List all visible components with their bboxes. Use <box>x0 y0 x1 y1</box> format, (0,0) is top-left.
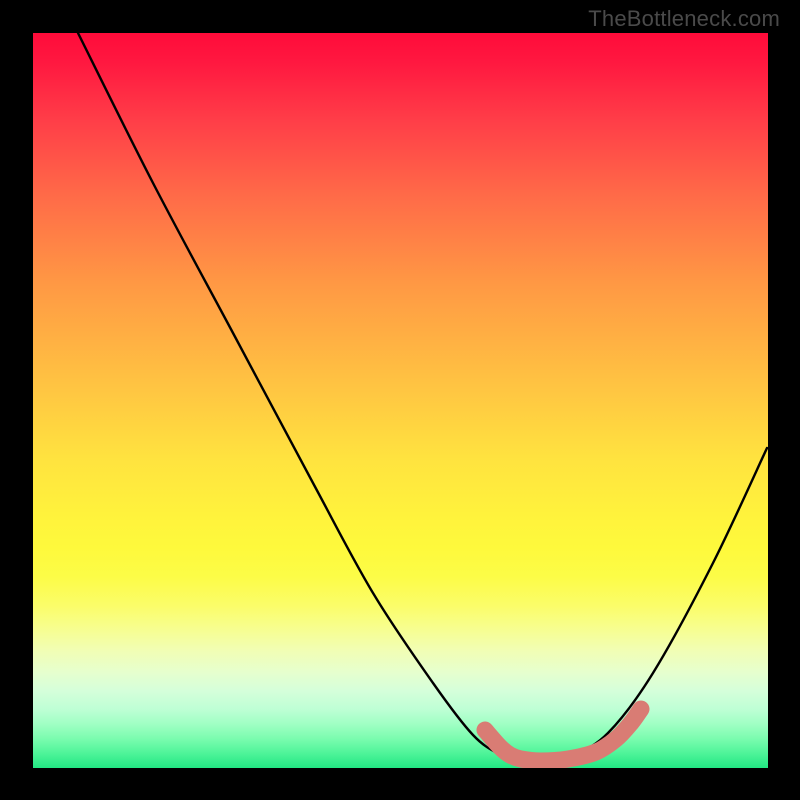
curve-layer <box>33 33 768 768</box>
bottleneck-curve <box>78 33 767 762</box>
watermark-text: TheBottleneck.com <box>588 6 780 32</box>
chart-frame: TheBottleneck.com <box>0 0 800 800</box>
optimal-range-marker <box>485 709 641 761</box>
plot-area <box>33 33 768 768</box>
